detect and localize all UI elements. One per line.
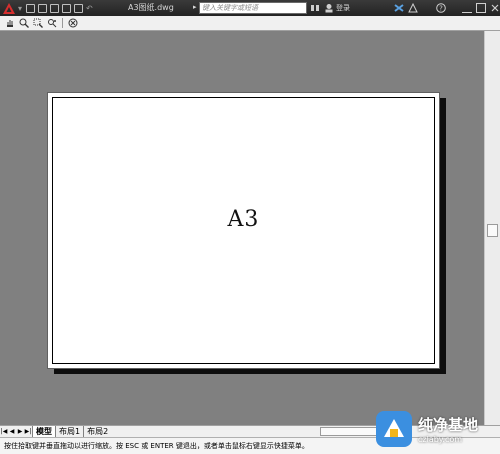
triangle-icon[interactable] — [408, 3, 418, 13]
vertical-scrollbar[interactable] — [484, 31, 500, 425]
first-tab-icon[interactable]: |◀ — [0, 427, 8, 437]
watermark-title: 纯净基地 — [418, 416, 479, 434]
prev-tab-icon[interactable]: ◀ — [8, 427, 16, 437]
watermark-logo-icon — [376, 411, 412, 447]
orbit-icon[interactable] — [46, 17, 58, 29]
open-file-icon[interactable] — [38, 3, 48, 13]
last-tab-icon[interactable]: ▶| — [24, 427, 32, 437]
tab-layout2[interactable]: 布局2 — [83, 426, 111, 437]
zoom-realtime-icon[interactable] — [18, 17, 30, 29]
toolbar-divider — [62, 18, 63, 28]
tab-layout1[interactable]: 布局1 — [55, 426, 83, 437]
zoom-window-icon[interactable] — [32, 17, 44, 29]
user-icon[interactable] — [324, 3, 334, 13]
watermark: 纯净基地 czlaby.com — [374, 404, 498, 454]
title-bar: ▾ ↶ A3图纸.dwg ▸ 键入关键字或短语 登录 ? — [0, 0, 500, 16]
quick-access-toolbar: ↶ — [26, 3, 93, 13]
paper-size-label: A3 — [227, 207, 260, 232]
pan-icon[interactable] — [4, 17, 16, 29]
app-logo-icon[interactable] — [0, 0, 18, 16]
navigation-toolbar — [0, 16, 500, 31]
exchange-icon[interactable] — [394, 3, 404, 13]
next-tab-icon[interactable]: ▶ — [16, 427, 24, 437]
window-controls — [462, 3, 500, 13]
layout-paper[interactable]: A3 — [47, 92, 440, 369]
minimize-icon[interactable] — [462, 3, 472, 13]
search-expand-icon[interactable]: ▸ — [193, 3, 197, 11]
login-link[interactable]: 登录 — [336, 3, 350, 13]
right-tools — [394, 3, 418, 13]
new-file-icon[interactable] — [26, 3, 36, 13]
undo-icon[interactable]: ↶ — [86, 4, 93, 13]
watermark-url: czlaby.com — [418, 435, 463, 444]
save-as-icon[interactable] — [62, 3, 72, 13]
help-icon[interactable]: ? — [436, 3, 446, 13]
print-icon[interactable] — [74, 3, 84, 13]
close-circle-icon[interactable] — [67, 17, 79, 29]
tab-model[interactable]: 模型 — [32, 426, 55, 437]
horizontal-scrollbar[interactable] — [320, 427, 380, 436]
watermark-text: 纯净基地 czlaby.com — [418, 414, 478, 444]
close-icon[interactable] — [490, 3, 500, 13]
help-tools: ? — [436, 3, 446, 13]
svg-text:?: ? — [439, 5, 443, 13]
search-input[interactable]: 键入关键字或短语 — [199, 2, 307, 14]
binoculars-icon[interactable] — [310, 3, 320, 13]
scrollbar-thumb[interactable] — [487, 224, 498, 237]
document-title: A3图纸.dwg — [128, 3, 174, 12]
search-tools — [310, 3, 334, 13]
app-menu-arrow-icon[interactable]: ▾ — [18, 4, 22, 13]
save-icon[interactable] — [50, 3, 60, 13]
restore-icon[interactable] — [476, 3, 486, 13]
